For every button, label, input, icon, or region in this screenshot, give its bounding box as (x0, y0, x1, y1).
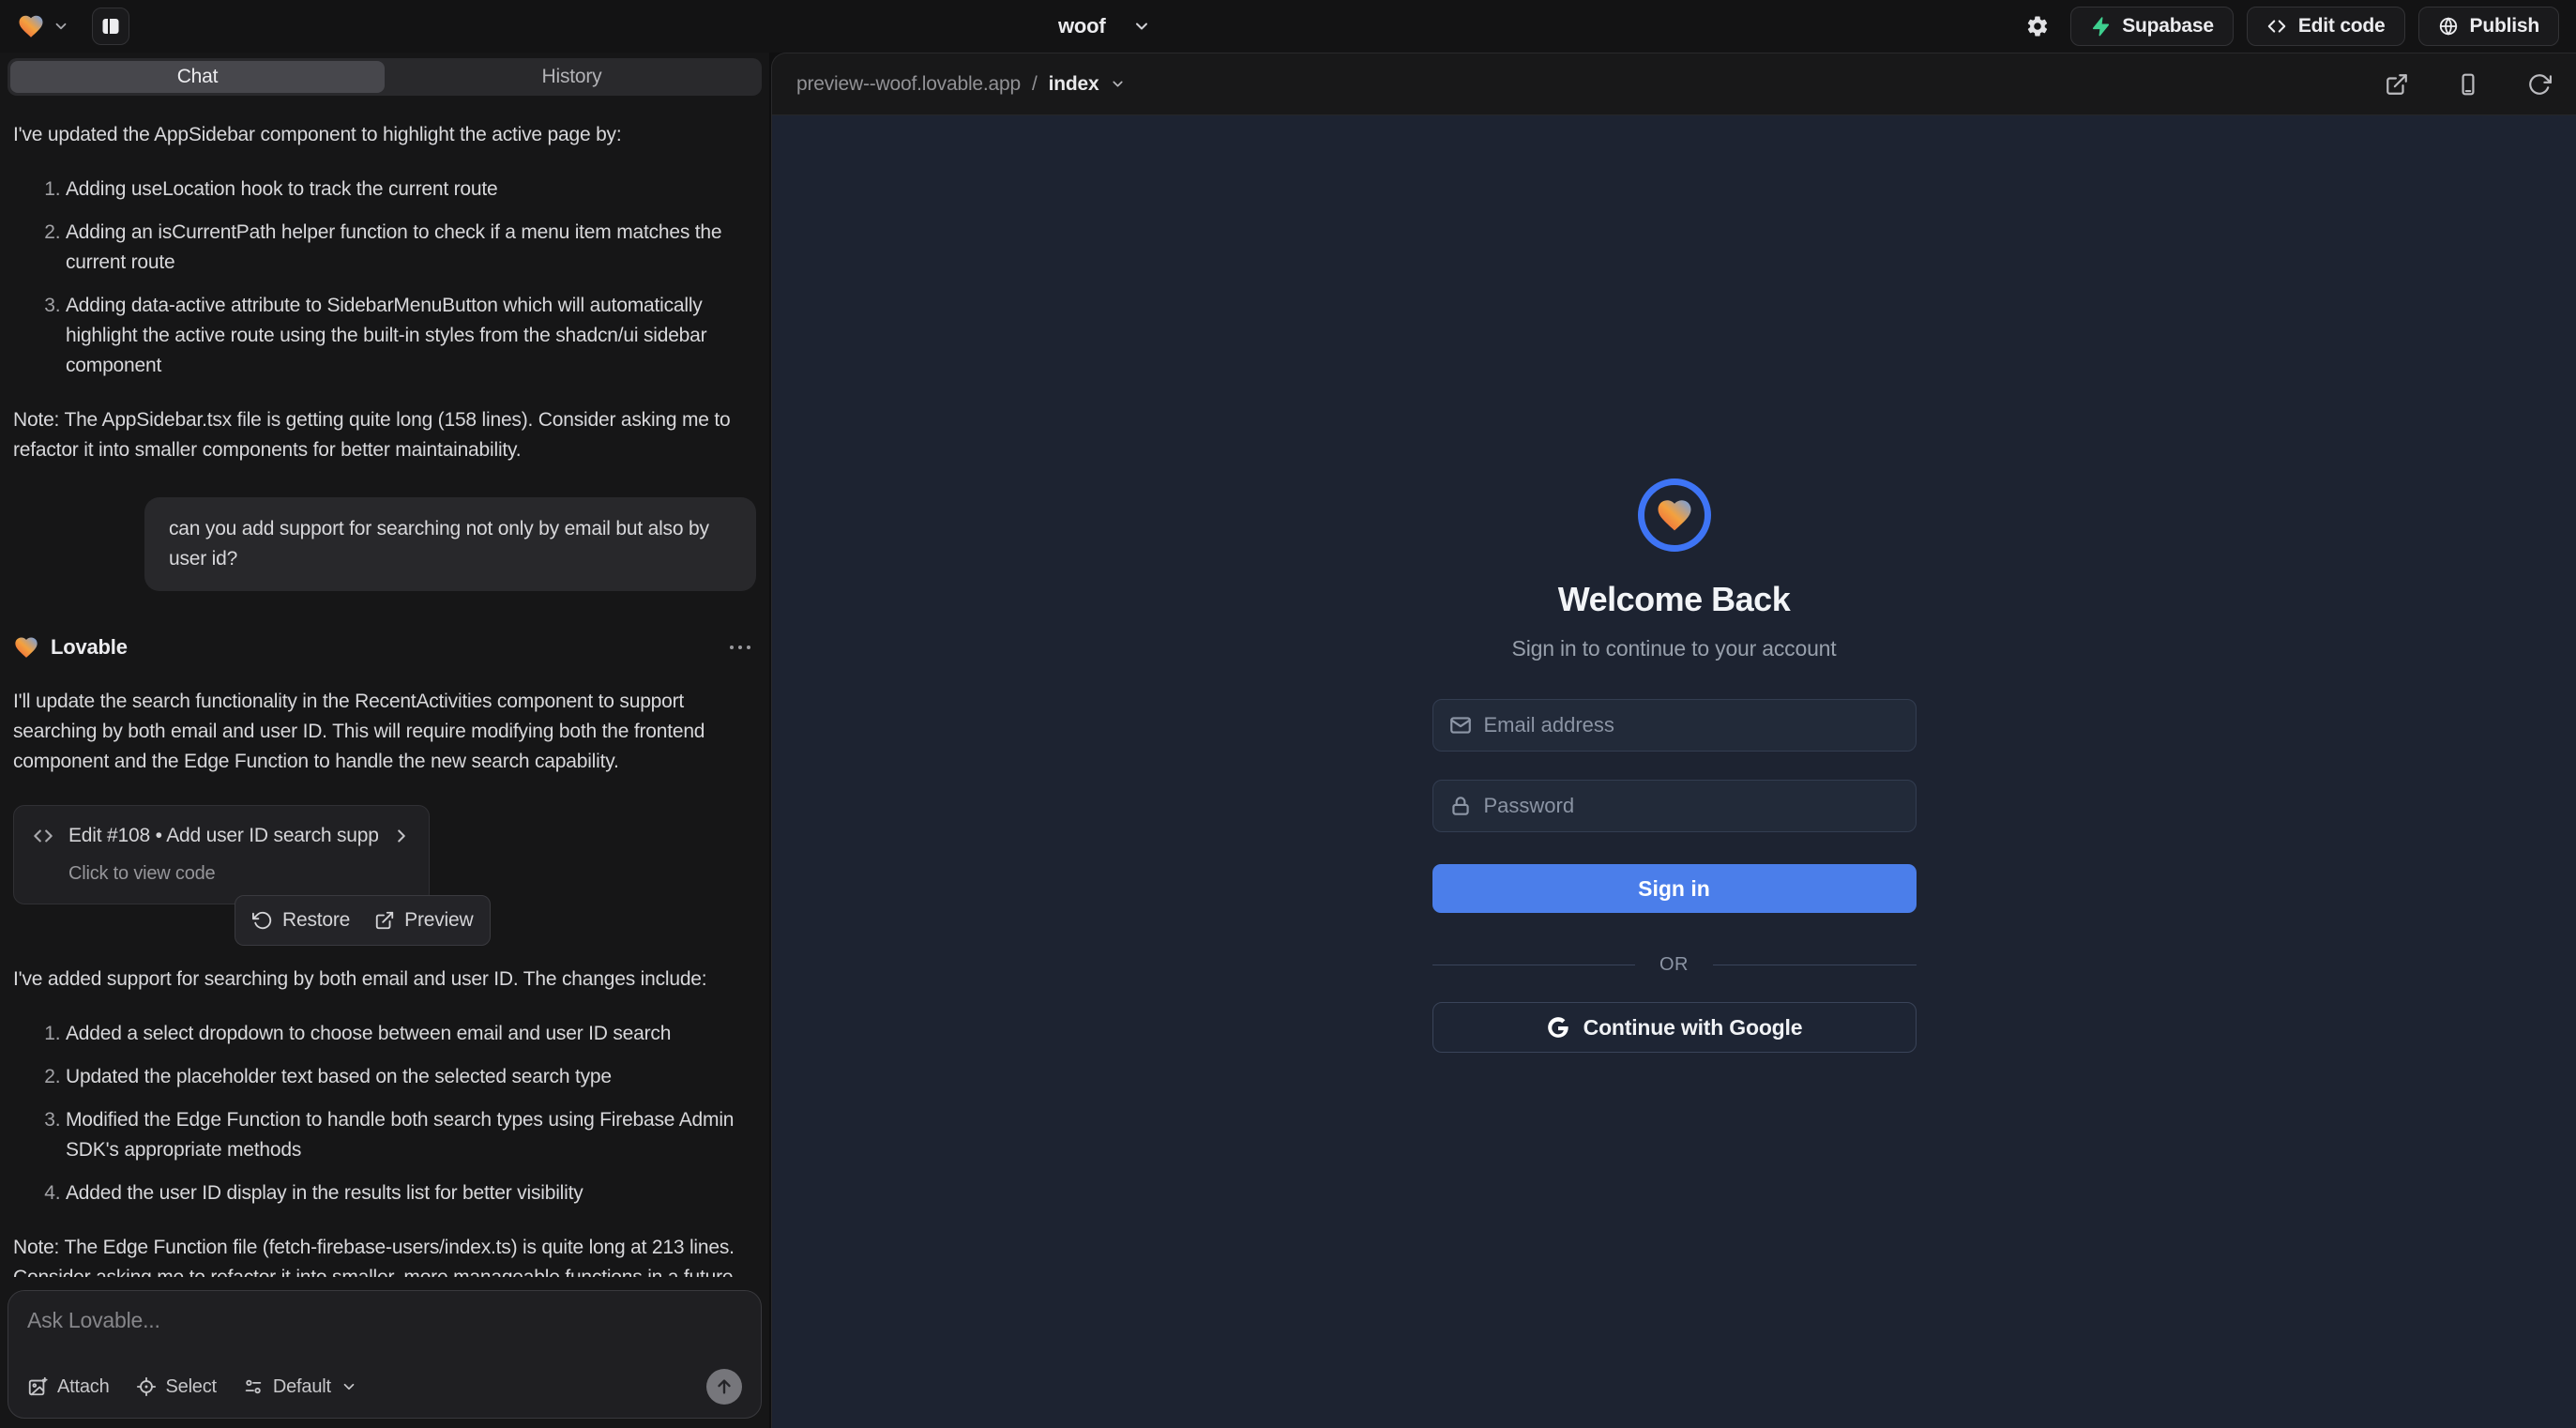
or-label: OR (1659, 954, 1689, 976)
preview-url[interactable]: preview--woof.lovable.app / index (796, 73, 1126, 96)
edit-code-button[interactable]: Edit code (2247, 7, 2405, 46)
preview-page: index (1049, 73, 1099, 96)
preview-viewport: Welcome Back Sign in to continue to your… (772, 115, 2576, 1428)
heart-icon (1655, 495, 1694, 535)
chevron-down-icon (53, 18, 69, 35)
mail-icon (1448, 713, 1473, 737)
list-item: Adding an isCurrentPath helper function … (66, 218, 756, 278)
message-options-icon[interactable] (724, 640, 756, 655)
sign-in-card: Welcome Back Sign in to continue to your… (1432, 115, 1917, 1053)
assistant-message-list: Added a select dropdown to choose betwee… (13, 1019, 756, 1208)
project-switcher[interactable]: woof (1058, 0, 1151, 53)
mode-label: Default (273, 1376, 331, 1398)
welcome-subtitle: Sign in to continue to your account (1512, 636, 1837, 661)
assistant-message-note: Note: The Edge Function file (fetch-fire… (13, 1233, 756, 1277)
edit-card-title: Edit #108 • Add user ID search supp... (68, 821, 378, 851)
assistant-message-intro: I've updated the AppSidebar component to… (13, 120, 756, 150)
open-in-new-tab-icon[interactable] (2385, 72, 2409, 97)
target-select-icon (136, 1376, 157, 1397)
chat-panel: Chat History I've updated the AppSidebar… (0, 53, 769, 1428)
supabase-button[interactable]: Supabase (2070, 7, 2234, 46)
email-input[interactable] (1484, 713, 1901, 737)
project-title: woof (1058, 14, 1106, 38)
preview-address-bar: preview--woof.lovable.app / index (772, 53, 2576, 115)
arrow-up-icon (714, 1376, 735, 1397)
app-logo (1638, 479, 1711, 552)
publish-button[interactable]: Publish (2418, 7, 2559, 46)
assistant-message-note: Note: The AppSidebar.tsx file is getting… (13, 405, 756, 465)
edit-code-label: Edit code (2298, 15, 2386, 38)
url-separator: / (1032, 73, 1038, 96)
preview-panel: preview--woof.lovable.app / index (771, 53, 2576, 1428)
lovable-heart-icon (13, 634, 39, 661)
gear-icon (2025, 14, 2050, 38)
user-message-bubble: can you add support for searching not on… (144, 497, 756, 591)
chat-input[interactable] (27, 1308, 742, 1333)
list-item: Updated the placeholder text based on th… (66, 1062, 756, 1092)
tab-history[interactable]: History (385, 61, 759, 93)
assistant-message-summary: I've added support for searching by both… (13, 965, 756, 995)
mode-selector[interactable]: Default (243, 1376, 357, 1398)
settings-button[interactable] (2018, 7, 2057, 46)
code-brackets-icon (31, 824, 55, 848)
assistant-message-list: Adding useLocation hook to track the cur… (13, 175, 756, 381)
top-bar: woof Supabase Edit code Publish (0, 0, 2576, 53)
restore-icon (252, 910, 273, 931)
send-button[interactable] (706, 1369, 742, 1405)
panel-left-icon (99, 15, 122, 38)
chevron-down-icon (341, 1378, 357, 1395)
lock-icon (1448, 794, 1473, 818)
sign-in-button[interactable]: Sign in (1432, 864, 1917, 913)
refresh-icon[interactable] (2527, 72, 2552, 97)
chat-history-tabs: Chat History (8, 58, 762, 96)
preview-button[interactable]: Preview (374, 905, 473, 935)
list-item: Adding data-active attribute to SidebarM… (66, 291, 756, 381)
list-item: Added the user ID display in the results… (66, 1178, 756, 1208)
google-icon (1546, 1015, 1570, 1040)
sidebar-toggle-button[interactable] (92, 8, 129, 45)
chevron-right-icon (391, 826, 412, 846)
preview-host: preview--woof.lovable.app (796, 73, 1021, 96)
restore-label: Restore (282, 905, 350, 935)
sliders-icon (243, 1376, 264, 1397)
external-link-icon (374, 910, 395, 931)
restore-preview-toolbar: Restore Preview (235, 895, 491, 946)
password-input[interactable] (1484, 794, 1901, 818)
lovable-logo-menu[interactable] (17, 12, 69, 40)
tab-chat[interactable]: Chat (10, 61, 385, 93)
attach-button[interactable]: Attach (27, 1376, 110, 1398)
select-button[interactable]: Select (136, 1376, 217, 1398)
assistant-header: Lovable (13, 632, 756, 662)
preview-label: Preview (404, 905, 473, 935)
lovable-heart-icon (17, 12, 45, 40)
mobile-view-icon[interactable] (2456, 72, 2480, 97)
google-sign-in-button[interactable]: Continue with Google (1432, 1002, 1917, 1053)
email-field[interactable] (1432, 699, 1917, 752)
chat-message-list[interactable]: I've updated the AppSidebar component to… (0, 96, 769, 1277)
edit-version-card[interactable]: Edit #108 • Add user ID search supp... C… (13, 805, 430, 904)
supabase-icon (2090, 16, 2111, 37)
welcome-title: Welcome Back (1558, 580, 1790, 619)
supabase-label: Supabase (2122, 15, 2214, 38)
chevron-down-icon (1132, 17, 1151, 36)
list-item: Modified the Edge Function to handle bot… (66, 1105, 756, 1165)
or-divider: OR (1432, 954, 1917, 976)
image-attach-icon (27, 1376, 48, 1397)
list-item: Adding useLocation hook to track the cur… (66, 175, 756, 205)
select-label: Select (166, 1376, 217, 1398)
globe-icon (2438, 16, 2459, 37)
password-field[interactable] (1432, 780, 1917, 832)
assistant-name: Lovable (51, 632, 128, 662)
list-item: Added a select dropdown to choose betwee… (66, 1019, 756, 1049)
chat-composer: Attach Select Default (8, 1290, 762, 1419)
publish-label: Publish (2470, 15, 2539, 38)
chevron-down-icon (1110, 76, 1126, 92)
code-brackets-icon (2266, 16, 2287, 37)
google-button-label: Continue with Google (1583, 1015, 1803, 1041)
assistant-message-intro: I'll update the search functionality in … (13, 687, 756, 777)
restore-button[interactable]: Restore (252, 905, 350, 935)
edit-card-subtitle: Click to view code (68, 858, 412, 889)
attach-label: Attach (57, 1376, 110, 1398)
